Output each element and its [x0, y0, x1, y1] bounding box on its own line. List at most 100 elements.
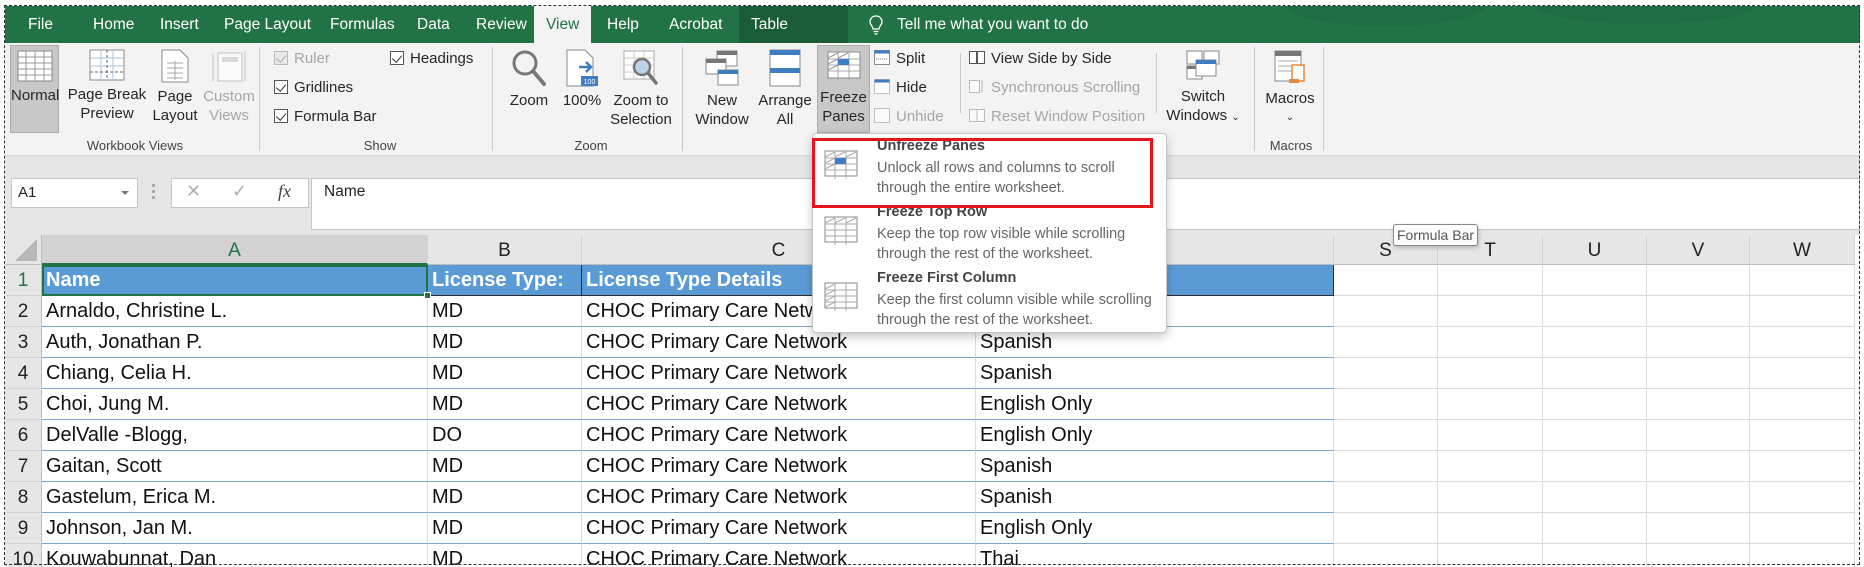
- table-cell[interactable]: English Only: [976, 420, 1334, 451]
- row-header-6[interactable]: 6: [5, 420, 42, 451]
- table-cell[interactable]: Kouwabunnat, Dan: [42, 544, 428, 567]
- tell-me-search[interactable]: Tell me what you want to do: [897, 6, 1088, 43]
- table-cell[interactable]: [1750, 296, 1855, 327]
- table-cell[interactable]: [1438, 296, 1543, 327]
- table-cell[interactable]: CHOC Primary Care Network: [582, 482, 976, 513]
- table-cell[interactable]: [1647, 544, 1750, 567]
- tab-view[interactable]: View: [534, 6, 591, 43]
- cell[interactable]: [1750, 265, 1855, 296]
- table-cell[interactable]: Spanish: [976, 482, 1334, 513]
- normal-view-button[interactable]: Normal: [10, 45, 59, 133]
- switch-windows-button[interactable]: Switch Windows ⌄: [1165, 45, 1241, 133]
- name-box[interactable]: A1: [11, 178, 138, 208]
- table-cell[interactable]: [1438, 544, 1543, 567]
- zoom-100-button[interactable]: 100 100%: [559, 45, 605, 133]
- table-cell[interactable]: [1750, 482, 1855, 513]
- table-cell[interactable]: [1543, 482, 1647, 513]
- ruler-checkbox[interactable]: Ruler: [274, 49, 330, 69]
- zoom-to-selection-button[interactable]: Zoom to Selection: [608, 45, 674, 133]
- tab-formulas[interactable]: Formulas: [318, 6, 407, 43]
- column-header-b[interactable]: B: [428, 235, 582, 265]
- tab-acrobat[interactable]: Acrobat: [657, 6, 734, 43]
- table-cell[interactable]: CHOC Primary Care Network: [582, 420, 976, 451]
- table-cell[interactable]: MD: [428, 451, 582, 482]
- table-cell[interactable]: CHOC Primary Care Network: [582, 544, 976, 567]
- row-header-3[interactable]: 3: [5, 327, 42, 358]
- table-cell[interactable]: Auth, Jonathan P.: [42, 327, 428, 358]
- freeze-panes-button[interactable]: Freeze Panes ⌄: [817, 45, 870, 143]
- table-cell[interactable]: [1334, 513, 1438, 544]
- enter-check-icon[interactable]: ✓: [232, 181, 247, 202]
- tab-data[interactable]: Data: [405, 6, 462, 43]
- synchronous-scrolling-button[interactable]: Synchronous Scrolling: [969, 77, 1140, 99]
- row-header-2[interactable]: 2: [5, 296, 42, 327]
- table-cell[interactable]: CHOC Primary Care Network: [582, 451, 976, 482]
- cell[interactable]: [1438, 265, 1543, 296]
- table-cell[interactable]: [1647, 513, 1750, 544]
- table-cell[interactable]: [1334, 420, 1438, 451]
- table-cell[interactable]: Chiang, Celia H.: [42, 358, 428, 389]
- table-cell[interactable]: [1334, 296, 1438, 327]
- unhide-button[interactable]: Unhide: [874, 106, 944, 128]
- table-header-cell[interactable]: License Type:: [428, 265, 582, 296]
- table-cell[interactable]: MD: [428, 327, 582, 358]
- tab-insert[interactable]: Insert: [148, 6, 211, 43]
- formula-bar-resize-handle[interactable]: [152, 184, 156, 200]
- table-cell[interactable]: DO: [428, 420, 582, 451]
- insert-function-icon[interactable]: fx: [278, 181, 291, 202]
- table-cell[interactable]: MD: [428, 389, 582, 420]
- arrange-all-button[interactable]: Arrange All: [755, 45, 815, 133]
- tab-table-design[interactable]: Table Design: [739, 6, 848, 43]
- menu-item-unfreeze-panes[interactable]: Unfreeze Panes Unlock all rows and colum…: [813, 136, 1166, 201]
- table-cell[interactable]: [1334, 358, 1438, 389]
- column-header-a[interactable]: A: [42, 235, 428, 265]
- tab-file[interactable]: File: [16, 6, 65, 43]
- table-cell[interactable]: MD: [428, 513, 582, 544]
- table-cell[interactable]: DelValle -Blogg,: [42, 420, 428, 451]
- table-cell[interactable]: Spanish: [976, 358, 1334, 389]
- table-cell[interactable]: [1647, 327, 1750, 358]
- column-header-v[interactable]: V: [1647, 235, 1750, 265]
- select-all-button[interactable]: [5, 235, 42, 265]
- row-header-9[interactable]: 9: [5, 513, 42, 544]
- headings-checkbox[interactable]: Headings: [390, 49, 473, 69]
- table-cell[interactable]: [1438, 451, 1543, 482]
- page-layout-view-button[interactable]: Page Layout: [150, 45, 200, 133]
- table-cell[interactable]: [1750, 327, 1855, 358]
- gridlines-checkbox[interactable]: Gridlines: [274, 78, 353, 98]
- table-cell[interactable]: Gaitan, Scott: [42, 451, 428, 482]
- row-header-4[interactable]: 4: [5, 358, 42, 389]
- table-cell[interactable]: [1750, 420, 1855, 451]
- table-cell[interactable]: Spanish: [976, 451, 1334, 482]
- reset-window-position-button[interactable]: Reset Window Position: [969, 106, 1145, 128]
- row-header-1[interactable]: 1: [5, 265, 42, 296]
- table-cell[interactable]: [1438, 358, 1543, 389]
- table-cell[interactable]: [1543, 544, 1647, 567]
- table-cell[interactable]: [1438, 513, 1543, 544]
- table-cell[interactable]: [1438, 389, 1543, 420]
- formula-bar-checkbox[interactable]: Formula Bar: [274, 107, 377, 127]
- macros-button[interactable]: Macros ⌄: [1261, 45, 1319, 133]
- table-cell[interactable]: [1334, 544, 1438, 567]
- table-cell[interactable]: [1750, 451, 1855, 482]
- cell[interactable]: [1543, 265, 1647, 296]
- dropdown-arrow-icon[interactable]: [121, 191, 129, 195]
- column-header-u[interactable]: U: [1543, 235, 1647, 265]
- table-cell[interactable]: [1334, 327, 1438, 358]
- new-window-button[interactable]: New Window: [693, 45, 751, 133]
- row-header-10[interactable]: 10: [5, 544, 42, 567]
- menu-item-freeze-top-row[interactable]: Freeze Top Row Keep the top row visible …: [813, 202, 1166, 267]
- table-cell[interactable]: [1647, 389, 1750, 420]
- table-cell[interactable]: [1647, 420, 1750, 451]
- tab-review[interactable]: Review: [464, 6, 539, 43]
- table-cell[interactable]: [1438, 327, 1543, 358]
- table-cell[interactable]: [1543, 327, 1647, 358]
- table-cell[interactable]: [1438, 420, 1543, 451]
- hide-button[interactable]: Hide: [874, 77, 927, 99]
- table-cell[interactable]: MD: [428, 296, 582, 327]
- tab-help[interactable]: Help: [595, 6, 651, 43]
- fill-handle[interactable]: [424, 292, 431, 299]
- table-cell[interactable]: CHOC Primary Care Network: [582, 513, 976, 544]
- menu-item-freeze-first-column[interactable]: Freeze First Column Keep the first colum…: [813, 268, 1166, 333]
- table-cell[interactable]: Johnson, Jan M.: [42, 513, 428, 544]
